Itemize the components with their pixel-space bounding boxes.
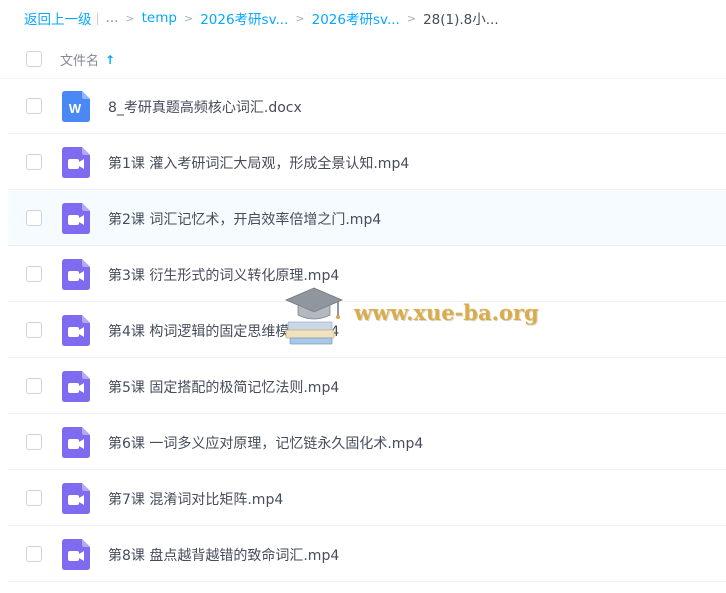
row-checkbox[interactable] [26,378,42,394]
svg-text:W: W [69,101,82,116]
breadcrumb-current: 28(1).8小... [423,12,499,28]
row-checkbox[interactable] [26,266,42,282]
file-name[interactable]: 第7课 混淆词对比矩阵.mp4 [108,489,283,509]
video-file-icon [62,315,90,346]
file-name[interactable]: 第3课 衍生形式的词义转化原理.mp4 [108,265,339,285]
breadcrumb-ellipsis[interactable]: ... [106,10,119,26]
video-file-icon [62,259,90,290]
file-name[interactable]: 8_考研真题高频核心词汇.docx [108,97,302,117]
file-row[interactable]: 第4课 构词逻辑的固定思维模式.mp4 [8,303,726,358]
word-doc-icon: W [62,91,90,122]
breadcrumb-divider: | [95,11,100,25]
breadcrumb: 返回上一级 | ... > temp > 2026考研sv... > 2026考… [24,8,499,28]
breadcrumb-item[interactable]: 2026考研sv... [312,8,400,28]
file-name[interactable]: 第5课 固定搭配的极简记忆法则.mp4 [108,377,339,397]
file-row[interactable]: W 8_考研真题高频核心词汇.docx [8,79,726,134]
file-name[interactable]: 第4课 构词逻辑的固定思维模式.mp4 [108,321,339,341]
video-file-icon [62,371,90,402]
column-name-label: 文件名 [60,54,100,69]
breadcrumb-item[interactable]: temp [142,10,177,26]
file-name[interactable]: 第1课 灌入考研词汇大局观，形成全景认知.mp4 [108,153,409,173]
row-checkbox[interactable] [26,434,42,450]
file-name[interactable]: 第8课 盘点越背越错的致命词汇.mp4 [108,545,339,565]
file-list-header: 文件名 ↑ [0,40,726,79]
row-checkbox[interactable] [26,154,42,170]
file-row[interactable]: 第8课 盘点越背越错的致命词汇.mp4 [8,527,726,582]
file-name[interactable]: 第2课 词汇记忆术，开启效率倍增之门.mp4 [108,209,381,229]
file-row[interactable]: 第1课 灌入考研词汇大局观，形成全景认知.mp4 [8,135,726,190]
video-file-icon [62,483,90,514]
chevron-right-icon: > [406,11,417,25]
row-checkbox[interactable] [26,490,42,506]
file-row[interactable]: 第5课 固定搭配的极简记忆法则.mp4 [8,359,726,414]
row-checkbox[interactable] [26,210,42,226]
row-checkbox[interactable] [26,322,42,338]
file-name[interactable]: 第6课 一词多义应对原理，记忆链永久固化术.mp4 [108,433,423,453]
row-checkbox[interactable] [26,546,42,562]
file-row[interactable]: 第7课 混淆词对比矩阵.mp4 [8,471,726,526]
select-all-checkbox[interactable] [26,51,42,67]
video-file-icon [62,147,90,178]
video-file-icon [62,427,90,458]
row-checkbox[interactable] [26,98,42,114]
chevron-right-icon: > [125,11,135,25]
chevron-right-icon: > [183,11,194,25]
chevron-right-icon: > [295,11,305,25]
video-file-icon [62,203,90,234]
back-link[interactable]: 返回上一级 [24,8,92,28]
file-row[interactable]: 第6课 一词多义应对原理，记忆链永久固化术.mp4 [8,415,726,470]
video-file-icon [62,539,90,570]
column-name-header[interactable]: 文件名 ↑ [60,50,115,70]
file-row[interactable]: 第2课 词汇记忆术，开启效率倍增之门.mp4 [8,191,726,246]
breadcrumb-item[interactable]: 2026考研sv... [200,8,288,28]
file-row[interactable]: 第3课 衍生形式的词义转化原理.mp4 [8,247,726,302]
arrow-up-icon[interactable]: ↑ [105,53,115,67]
